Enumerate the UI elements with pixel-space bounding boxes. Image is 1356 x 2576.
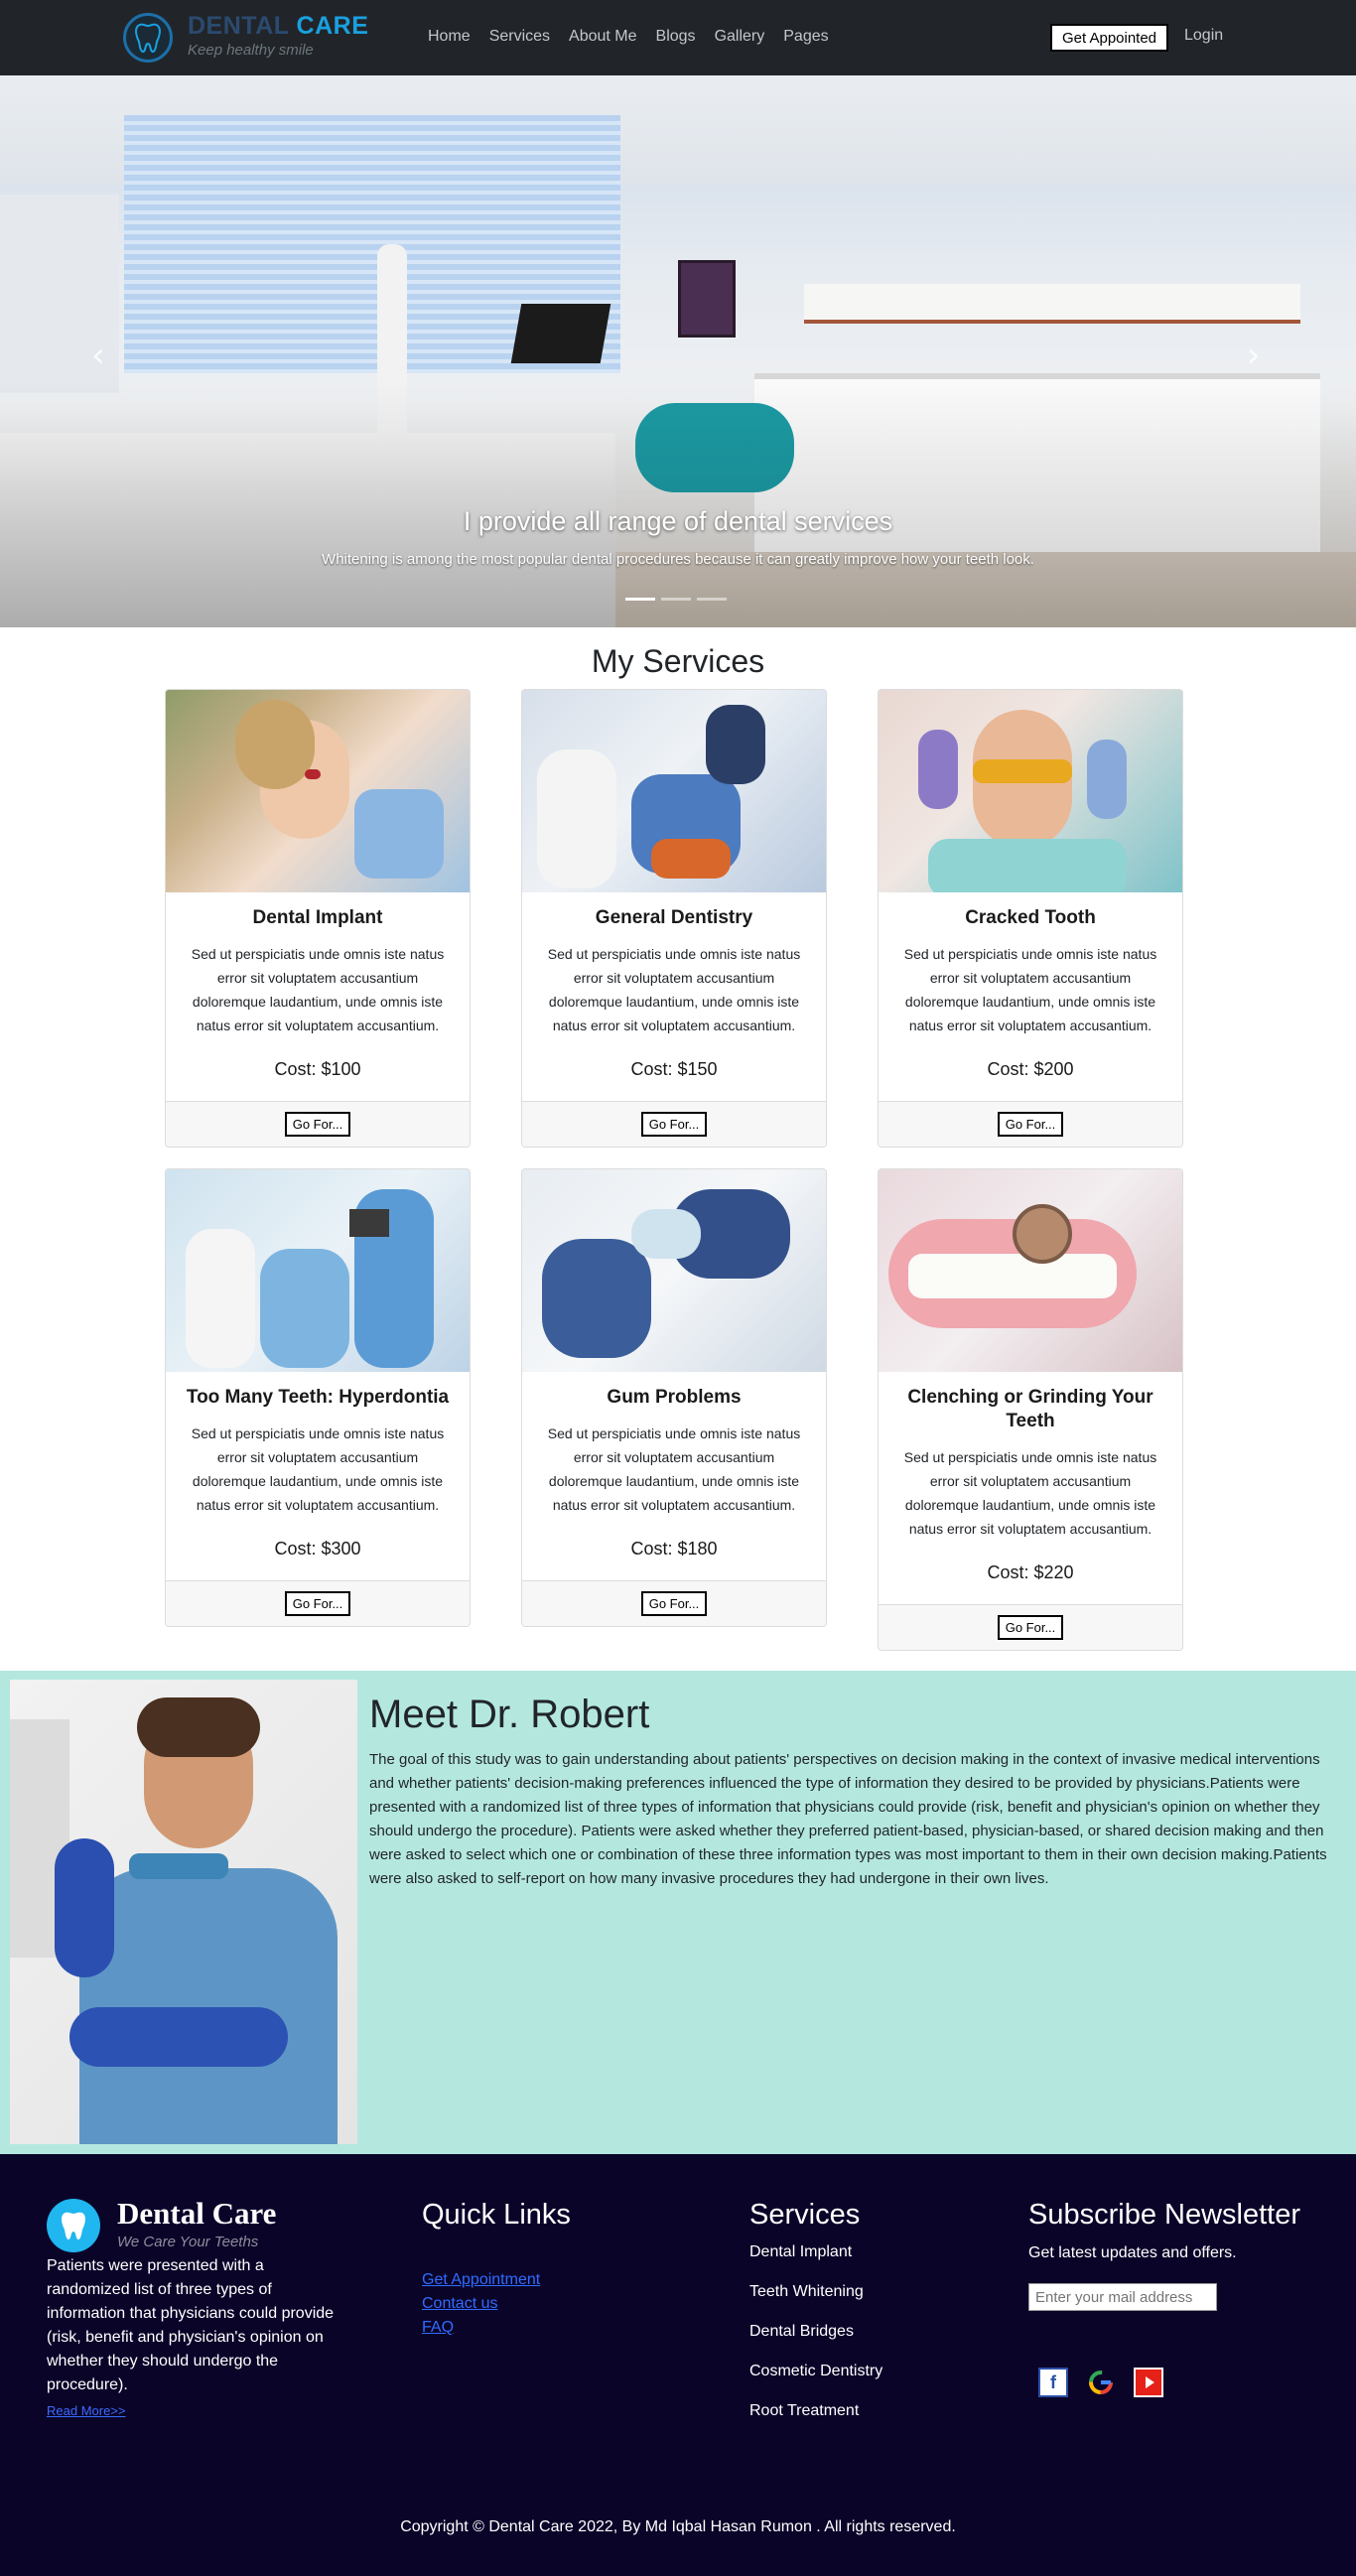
service-description: Sed ut perspiciatis unde omnis iste natu…	[547, 946, 801, 1033]
footer-service-item[interactable]: Root Treatment	[749, 2402, 882, 2442]
service-cost: Cost: $150	[630, 1059, 718, 1079]
newsletter-title: Subscribe Newsletter	[1028, 2199, 1300, 2231]
service-description: Sed ut perspiciatis unde omnis iste natu…	[903, 946, 1157, 1033]
footer-service-item[interactable]: Dental Bridges	[749, 2323, 882, 2363]
nav-link-home[interactable]: Home	[428, 28, 471, 46]
service-description: Sed ut perspiciatis unde omnis iste natu…	[191, 946, 445, 1033]
youtube-icon[interactable]	[1134, 2368, 1163, 2397]
footer-service-item[interactable]: Teeth Whitening	[749, 2283, 882, 2323]
footer: Dental Care We Care Your Teeths Patients…	[0, 2154, 1356, 2576]
nav-link-pages[interactable]: Pages	[783, 28, 828, 46]
service-image	[879, 1169, 1182, 1372]
service-image	[522, 1169, 826, 1372]
service-card: Dental Implant Sed ut perspiciatis unde …	[165, 689, 471, 1148]
nav-link-about[interactable]: About Me	[569, 28, 636, 46]
quick-links: Get Appointment Contact us FAQ	[422, 2268, 540, 2340]
quick-links-title: Quick Links	[422, 2199, 571, 2231]
get-appointed-button[interactable]: Get Appointed	[1050, 24, 1168, 52]
go-for-button[interactable]: Go For...	[997, 1615, 1064, 1640]
service-name: Cracked Tooth	[965, 907, 1096, 928]
service-description: Sed ut perspiciatis unde omnis iste natu…	[903, 1449, 1157, 1537]
go-for-button[interactable]: Go For...	[284, 1591, 351, 1616]
doctor-title: Meet Dr. Robert	[369, 1693, 650, 1736]
nav-link-blogs[interactable]: Blogs	[656, 28, 696, 46]
service-name: Dental Implant	[252, 907, 383, 928]
service-card: Cracked Tooth Sed ut perspiciatis unde o…	[878, 689, 1183, 1148]
brand-name-part1: DENTAL	[188, 12, 290, 40]
card-footer: Go For...	[166, 1580, 470, 1626]
quick-link-contact[interactable]: Contact us	[422, 2292, 540, 2316]
hero-subtitle: Whitening is among the most popular dent…	[322, 551, 1034, 568]
service-image	[166, 1169, 470, 1372]
service-cost: Cost: $300	[274, 1539, 361, 1559]
service-name: General Dentistry	[595, 907, 753, 928]
service-image	[166, 690, 470, 892]
doctor-photo	[10, 1680, 357, 2144]
chevron-left-icon[interactable]: ‹	[91, 336, 105, 375]
service-card: Too Many Teeth: Hyperdontia Sed ut persp…	[165, 1168, 471, 1627]
brand-tagline: Keep healthy smile	[188, 42, 314, 59]
go-for-button[interactable]: Go For...	[284, 1112, 351, 1137]
facebook-icon[interactable]: f	[1038, 2368, 1068, 2397]
service-card: Clenching or Grinding Your Teeth Sed ut …	[878, 1168, 1183, 1651]
service-image	[879, 690, 1182, 892]
service-description: Sed ut perspiciatis unde omnis iste natu…	[547, 1425, 801, 1513]
service-card: Gum Problems Sed ut perspiciatis unde om…	[521, 1168, 827, 1627]
footer-services-title: Services	[749, 2199, 861, 2231]
tooth-logo-icon[interactable]	[47, 2199, 100, 2252]
quick-link-appointment[interactable]: Get Appointment	[422, 2268, 540, 2292]
card-footer: Go For...	[879, 1101, 1182, 1147]
go-for-button[interactable]: Go For...	[997, 1112, 1064, 1137]
google-icon[interactable]	[1086, 2368, 1116, 2397]
service-cost: Cost: $220	[987, 1562, 1074, 1582]
newsletter-email-input[interactable]	[1028, 2283, 1217, 2311]
service-name: Clenching or Grinding Your Teeth	[907, 1387, 1153, 1431]
tooth-logo-icon[interactable]	[123, 13, 173, 63]
card-footer: Go For...	[522, 1101, 826, 1147]
read-more-link[interactable]: Read More>>	[47, 2403, 126, 2418]
brand-name[interactable]: DENTAL CARE	[188, 12, 368, 41]
chevron-right-icon[interactable]: ›	[1247, 336, 1261, 375]
nav-link-services[interactable]: Services	[489, 28, 550, 46]
card-footer: Go For...	[166, 1101, 470, 1147]
login-link[interactable]: Login	[1184, 27, 1223, 45]
hero-title: I provide all range of dental services	[463, 506, 893, 536]
service-name: Gum Problems	[607, 1387, 742, 1408]
brand-name-part2: CARE	[296, 12, 369, 40]
nav-link-gallery[interactable]: Gallery	[715, 28, 765, 46]
doctor-bio: The goal of this study was to gain under…	[369, 1751, 1327, 1887]
quick-link-faq[interactable]: FAQ	[422, 2316, 540, 2340]
service-name: Too Many Teeth: Hyperdontia	[186, 1387, 450, 1408]
hero-photo-shade	[0, 75, 1356, 627]
service-cost: Cost: $180	[630, 1539, 718, 1559]
go-for-button[interactable]: Go For...	[640, 1112, 708, 1137]
carousel-indicator[interactable]	[625, 598, 655, 601]
copyright: Copyright © Dental Care 2022, By Md Iqba…	[400, 2518, 956, 2535]
card-footer: Go For...	[879, 1604, 1182, 1650]
meet-doctor-section: Meet Dr. Robert The goal of this study w…	[0, 1671, 1356, 2154]
nav-links: Home Services About Me Blogs Gallery Pag…	[428, 28, 848, 46]
carousel-indicators	[625, 598, 727, 601]
footer-service-item[interactable]: Dental Implant	[749, 2243, 882, 2283]
carousel-indicator[interactable]	[661, 598, 691, 601]
footer-about: Patients were presented with a randomize…	[47, 2257, 335, 2393]
service-image	[522, 690, 826, 892]
hero-carousel: ‹ › I provide all range of dental servic…	[0, 75, 1356, 627]
footer-brand: Dental Care	[117, 2196, 277, 2231]
service-cost: Cost: $200	[987, 1059, 1074, 1079]
service-cost: Cost: $100	[274, 1059, 361, 1079]
service-description: Sed ut perspiciatis unde omnis iste natu…	[191, 1425, 445, 1513]
footer-services-list: Dental Implant Teeth Whitening Dental Br…	[749, 2243, 882, 2442]
footer-tagline: We Care Your Teeths	[117, 2234, 259, 2250]
newsletter-subtitle: Get latest updates and offers.	[1028, 2244, 1237, 2261]
service-card: General Dentistry Sed ut perspiciatis un…	[521, 689, 827, 1148]
card-footer: Go For...	[522, 1580, 826, 1626]
services-title: My Services	[591, 643, 765, 679]
footer-service-item[interactable]: Cosmetic Dentistry	[749, 2363, 882, 2402]
carousel-indicator[interactable]	[697, 598, 727, 601]
top-navbar: DENTAL CARE Keep healthy smile Home Serv…	[0, 0, 1356, 75]
go-for-button[interactable]: Go For...	[640, 1591, 708, 1616]
